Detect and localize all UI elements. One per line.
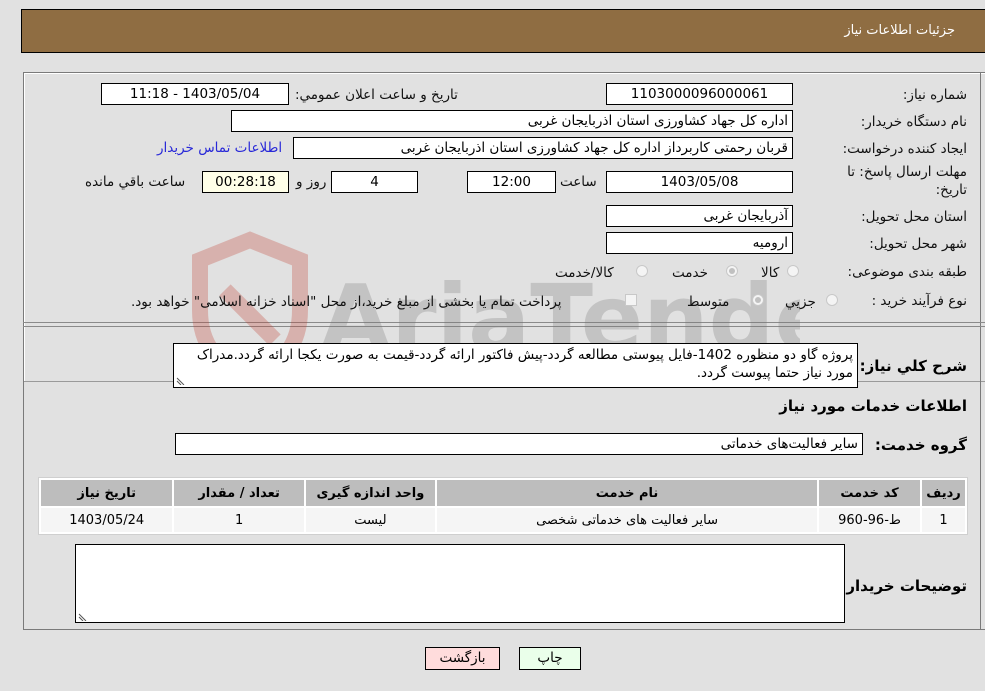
delivery-city-field: ارومیه [606, 232, 793, 254]
service-group-field: سایر فعالیت‌های خدماتی [175, 433, 863, 455]
purchase-process-label: نوع فرآیند خرید : [871, 293, 967, 309]
col-header-service-name: نام خدمت [437, 480, 817, 506]
time-remaining-label: ساعت باقي مانده [85, 174, 186, 190]
description-textarea[interactable]: پروژه گاو دو منظوره 1402-فایل پیوستی مطا… [173, 343, 858, 388]
description-label: شرح كلي نياز: [859, 357, 967, 375]
cell-service-name: سایر فعالیت های خدماتی شخصی [437, 508, 817, 532]
requester-label: ایجاد کننده درخواست: [842, 141, 967, 157]
category-radio-goods-service[interactable] [636, 265, 648, 277]
delivery-province-field: آذربایجان غربی [606, 205, 793, 227]
treasury-note: پرداخت تمام یا بخشی از مبلغ خرید،از محل … [131, 294, 562, 310]
resize-grip-icon[interactable] [77, 611, 87, 621]
col-header-need-date: تاریخ نیاز [41, 480, 173, 506]
buyer-notes-label: توضیحات خریدار: [840, 577, 967, 595]
days-remaining-field: 4 [331, 171, 418, 193]
page-title: جزئیات اطلاعات نیاز [844, 23, 955, 38]
category-option-goods: کالا [761, 265, 780, 281]
deadline-date-field: 1403/05/08 [606, 171, 793, 193]
process-option-medium: متوسط [687, 294, 730, 310]
announce-datetime-field: 1403/05/04 - 11:18 [101, 83, 289, 105]
buyer-notes-textarea[interactable] [75, 544, 845, 623]
cell-service-code: ط-96-960 [819, 508, 921, 532]
need-number-label: شماره نیاز: [902, 87, 967, 103]
back-button[interactable]: بازگشت [425, 647, 500, 670]
resize-grip-icon[interactable] [175, 375, 185, 385]
deadline-time-label: ساعت [560, 174, 597, 190]
time-remaining-field: 00:28:18 [202, 171, 289, 193]
treasury-checkbox[interactable] [625, 294, 637, 306]
table-row: 1 ط-96-960 سایر فعالیت های خدماتی شخصی ل… [41, 508, 965, 532]
divider [23, 322, 985, 323]
delivery-province-label: استان محل تحویل: [861, 209, 967, 225]
services-table: ردیف کد خدمت نام خدمت واحد اندازه گیری ت… [38, 477, 968, 535]
category-option-service: خدمت [672, 265, 708, 281]
col-header-quantity: تعداد / مقدار [174, 480, 304, 506]
deadline-label: مهلت ارسال پاسخ: تا [847, 164, 967, 180]
deadline-time-field: 12:00 [467, 171, 556, 193]
cell-quantity: 1 [174, 508, 304, 532]
process-radio-medium[interactable] [752, 294, 764, 306]
panel-border [980, 72, 981, 630]
category-radio-goods[interactable] [787, 265, 799, 277]
requester-field: قربان رحمتی کاربرداز اداره کل جهاد کشاور… [293, 137, 793, 159]
page-header: جزئیات اطلاعات نیاز [21, 9, 985, 53]
category-label: طبقه بندی موضوعی: [847, 264, 967, 280]
deadline-label-date: تاریخ: [935, 182, 967, 198]
cell-unit: لیست [305, 508, 436, 532]
col-header-row-number: ردیف [922, 480, 965, 506]
delivery-city-label: شهر محل تحویل: [869, 236, 967, 252]
category-option-goods-service: کالا/خدمت [555, 265, 614, 281]
category-radio-service[interactable] [726, 265, 738, 277]
col-header-service-code: کد خدمت [819, 480, 921, 506]
print-button[interactable]: چاپ [519, 647, 581, 670]
divider [23, 326, 985, 327]
need-number-field: 1103000096000061 [606, 83, 793, 105]
services-section-title: اطلاعات خدمات مورد نیاز [779, 397, 967, 415]
table-header-row: ردیف کد خدمت نام خدمت واحد اندازه گیری ت… [41, 480, 965, 506]
buyer-contact-link[interactable]: اطلاعات تماس خریدار [157, 140, 282, 156]
announce-datetime-label: تاریخ و ساعت اعلان عمومي: [295, 87, 458, 103]
buyer-org-label: نام دستگاه خریدار: [860, 114, 967, 130]
description-text: پروژه گاو دو منظوره 1402-فایل پیوستی مطا… [196, 347, 853, 381]
cell-need-date: 1403/05/24 [41, 508, 173, 532]
process-option-minor: جزيي [785, 294, 816, 310]
col-header-unit: واحد اندازه گیری [305, 480, 436, 506]
cell-row-number: 1 [922, 508, 965, 532]
process-radio-minor[interactable] [826, 294, 838, 306]
buyer-org-field: اداره کل جهاد کشاورزی استان اذربایجان غر… [231, 110, 793, 132]
days-label: روز و [296, 174, 327, 190]
service-group-label: گروه خدمت: [874, 436, 967, 454]
